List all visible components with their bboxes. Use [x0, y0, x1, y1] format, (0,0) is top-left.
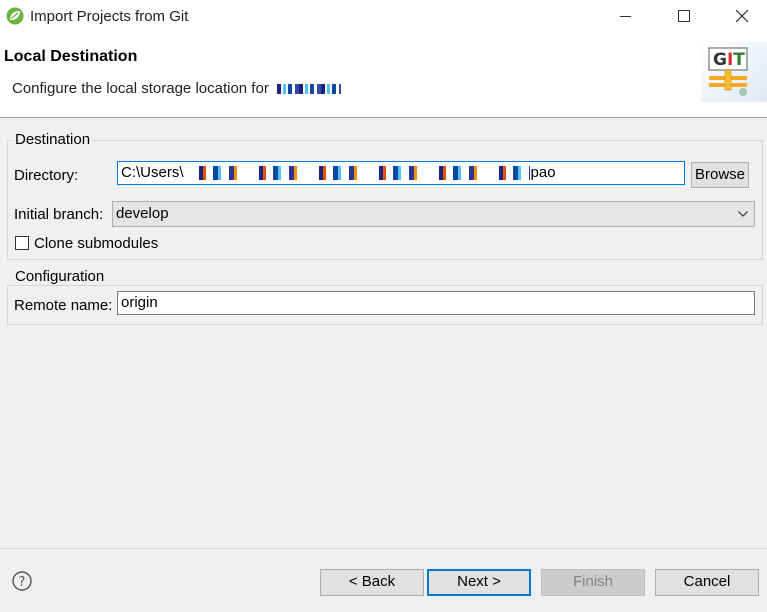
directory-input[interactable]: C:\Users\ pao — [117, 161, 685, 185]
remote-name-input[interactable]: origin — [117, 291, 755, 315]
initial-branch-value: develop — [116, 205, 169, 222]
cancel-button[interactable]: Cancel — [655, 569, 759, 596]
title-bar: Import Projects from Git — [0, 0, 767, 32]
maximize-icon — [678, 10, 690, 22]
initial-branch-select[interactable]: develop — [112, 201, 755, 227]
spring-leaf-icon — [6, 7, 24, 25]
close-icon — [736, 10, 748, 22]
maximize-button[interactable] — [661, 0, 707, 32]
clone-submodules-label[interactable]: Clone submodules — [34, 235, 158, 252]
directory-label: Directory: — [14, 167, 79, 184]
svg-text:GIT: GIT — [713, 50, 745, 70]
chevron-down-icon — [738, 211, 748, 217]
close-button[interactable] — [719, 0, 765, 32]
page-title: Local Destination — [4, 48, 138, 65]
redacted-directory-path — [184, 166, 530, 181]
window-title: Import Projects from Git — [30, 8, 189, 25]
browse-button[interactable]: Browse — [691, 162, 749, 188]
destination-group-label: Destination — [12, 131, 94, 148]
minimize-icon — [620, 16, 631, 17]
next-button[interactable]: Next > — [427, 569, 531, 596]
directory-suffix: pao — [530, 164, 556, 181]
footer-separator — [0, 548, 767, 549]
clone-submodules-checkbox[interactable] — [15, 236, 29, 250]
description-text: Configure the local storage location for — [12, 80, 269, 97]
remote-name-label: Remote name: — [14, 297, 113, 314]
wizard-header: Local Destination Configure the local st… — [0, 32, 767, 118]
help-icon[interactable]: ? — [12, 571, 32, 591]
initial-branch-label: Initial branch: — [14, 206, 104, 223]
remote-name-value: origin — [121, 294, 158, 311]
back-button[interactable]: < Back — [320, 569, 424, 596]
directory-prefix: C:\Users\ — [121, 164, 184, 181]
svg-text:?: ? — [19, 575, 26, 590]
configuration-group-label: Configuration — [12, 268, 108, 285]
finish-button[interactable]: Finish — [541, 569, 645, 596]
minimize-button[interactable] — [603, 0, 649, 32]
redacted-repository-name — [276, 84, 341, 95]
page-description: Configure the local storage location for — [12, 80, 341, 97]
git-logo: GIT — [701, 42, 767, 102]
